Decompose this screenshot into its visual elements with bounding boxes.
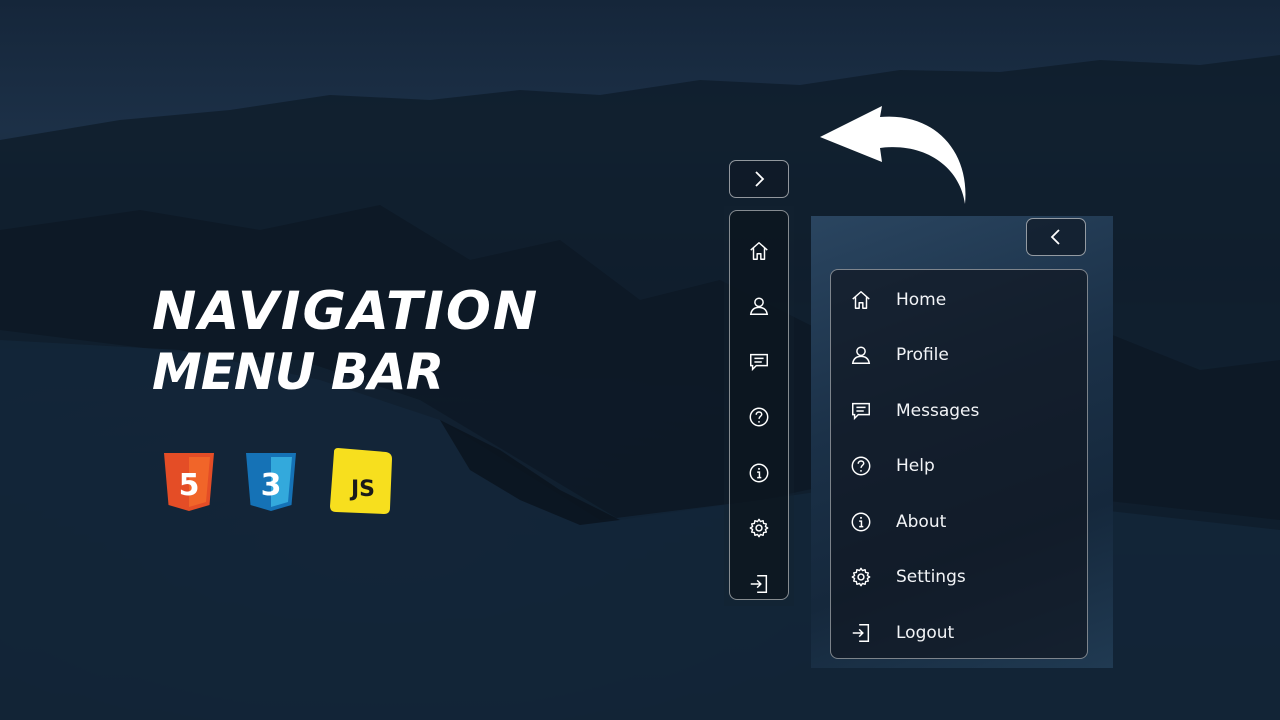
menu-item-label: Help xyxy=(896,456,935,477)
message-icon xyxy=(750,353,768,371)
menu-item-label: Messages xyxy=(896,400,980,421)
logout-icon xyxy=(750,574,768,593)
collapsed-item-messages[interactable] xyxy=(730,334,788,390)
settings-icon xyxy=(851,567,871,587)
headline-line-2: MENU BAR xyxy=(152,343,444,401)
headline-line-1: NAVIGATION xyxy=(152,281,540,342)
info-icon xyxy=(749,463,769,483)
curved-arrow-icon xyxy=(820,106,966,204)
collapsed-item-profile[interactable] xyxy=(730,279,788,335)
info-icon xyxy=(851,512,871,532)
logout-icon xyxy=(852,623,870,642)
collapsed-item-help[interactable] xyxy=(730,390,788,446)
chevron-left-icon xyxy=(1050,229,1060,245)
settings-icon xyxy=(749,518,769,538)
collapsed-item-home[interactable] xyxy=(730,223,788,279)
menu-item-home[interactable]: Home xyxy=(831,272,1087,328)
svg-text:JS: JS xyxy=(349,477,375,502)
expanded-menu: Home Profile Messages Help About Setting… xyxy=(830,269,1088,659)
svg-text:5: 5 xyxy=(179,468,200,503)
menu-item-label: Home xyxy=(896,289,947,310)
message-icon xyxy=(852,402,870,420)
collapsed-item-settings[interactable] xyxy=(730,501,788,557)
menu-item-profile[interactable]: Profile xyxy=(831,328,1087,384)
user-icon xyxy=(851,346,871,365)
menu-item-label: Profile xyxy=(896,345,949,366)
menu-item-label: Settings xyxy=(896,567,966,588)
collapsed-item-about[interactable] xyxy=(730,445,788,501)
svg-text:3: 3 xyxy=(261,468,282,503)
tech-logos: 5 3 JS xyxy=(162,446,396,518)
help-icon xyxy=(851,456,871,476)
menu-item-about[interactable]: About xyxy=(831,494,1087,550)
collapse-menu-button[interactable] xyxy=(1026,218,1086,256)
menu-item-label: About xyxy=(896,511,947,532)
expand-menu-button[interactable] xyxy=(729,160,789,198)
help-icon xyxy=(749,407,769,427)
css3-logo: 3 xyxy=(244,451,298,513)
home-icon xyxy=(750,241,768,260)
menu-item-logout[interactable]: Logout xyxy=(831,605,1087,661)
headline: NAVIGATION MENU BAR xyxy=(152,282,539,402)
chevron-right-icon xyxy=(755,171,765,187)
collapsed-item-logout[interactable] xyxy=(730,556,788,612)
html5-logo: 5 xyxy=(162,451,216,513)
collapsed-menu xyxy=(729,210,789,600)
javascript-logo: JS xyxy=(326,446,396,518)
menu-item-label: Logout xyxy=(896,622,955,643)
home-icon xyxy=(852,290,870,309)
menu-item-settings[interactable]: Settings xyxy=(831,550,1087,606)
user-icon xyxy=(749,297,769,316)
menu-item-messages[interactable]: Messages xyxy=(831,383,1087,439)
menu-item-help[interactable]: Help xyxy=(831,439,1087,495)
